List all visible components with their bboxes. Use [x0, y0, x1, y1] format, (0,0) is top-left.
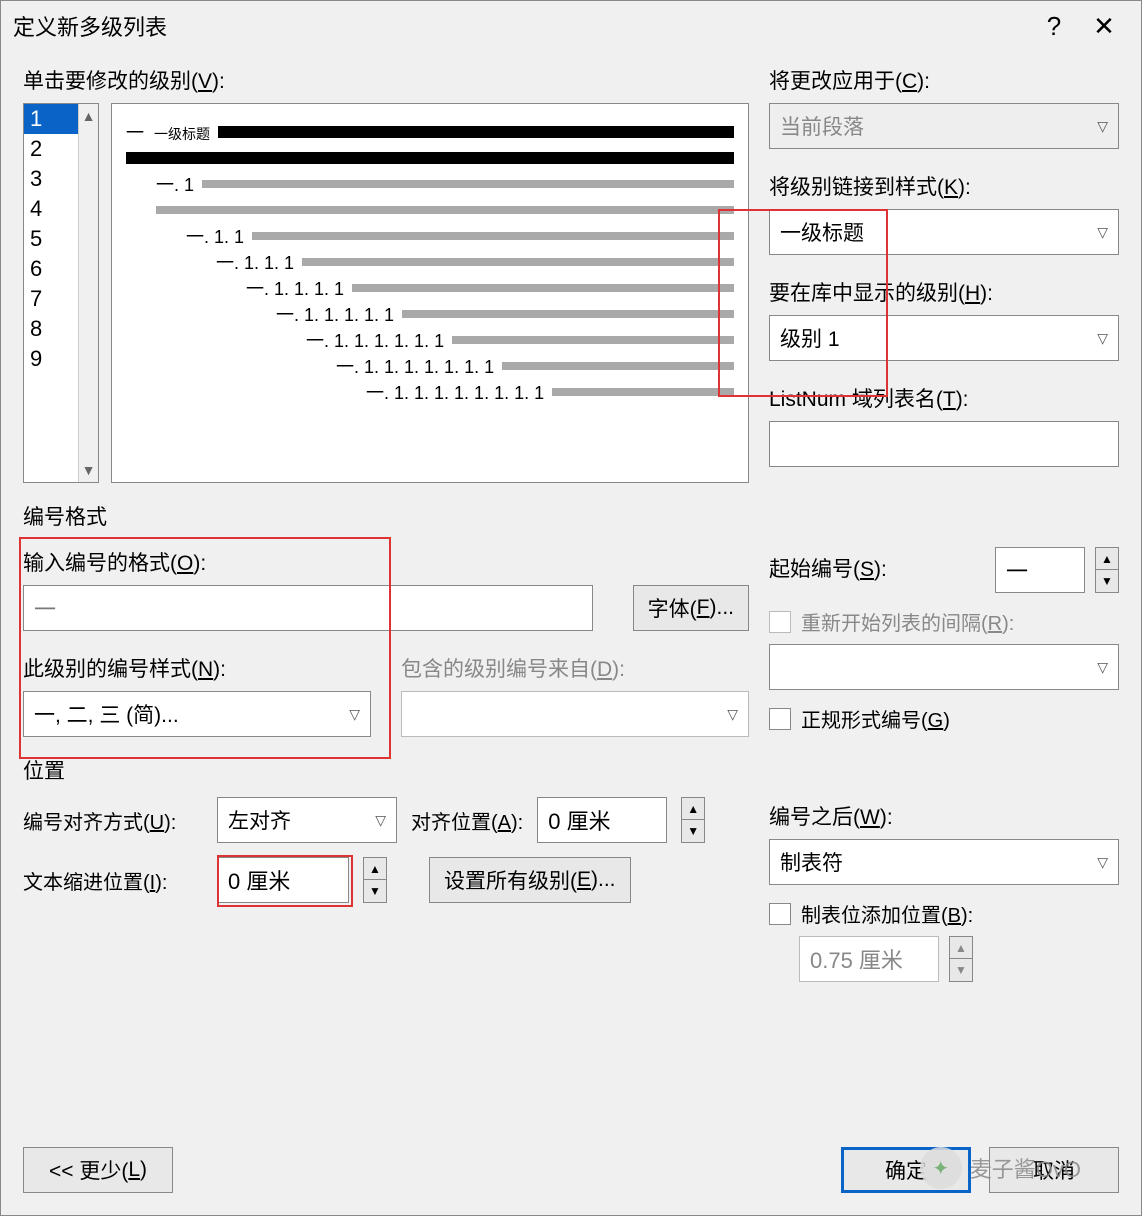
dialog-title: 定义新多级列表	[13, 10, 1029, 42]
dialog-define-multilevel-list: 定义新多级列表 ? ✕ 单击要修改的级别(V): 1 2 3 4 5	[0, 0, 1142, 1216]
chevron-down-icon: ▽	[1097, 659, 1108, 676]
tabstop-label: 制表位添加位置(B):	[801, 899, 973, 928]
watermark: ✦ 麦子酱OvO	[920, 1147, 1081, 1189]
set-all-levels-button[interactable]: 设置所有级别(E)...	[429, 857, 631, 903]
chevron-down-icon: ▽	[1097, 854, 1108, 871]
start-at-label: 起始编号(S):	[769, 553, 985, 583]
show-gallery-combo[interactable]: 级别 1▽	[769, 315, 1119, 361]
chevron-down-icon: ▽	[1097, 330, 1108, 347]
less-button[interactable]: << 更少(L)	[23, 1147, 173, 1193]
restart-label: 重新开始列表的间隔(R):	[801, 607, 1014, 636]
scroll-down-icon: ▼	[82, 462, 96, 478]
format-input[interactable]: 一	[23, 585, 593, 631]
restart-checkbox	[769, 611, 791, 633]
enter-format-label: 输入编号的格式(O):	[23, 547, 749, 577]
level-item-8[interactable]: 8	[24, 314, 78, 344]
level-item-6[interactable]: 6	[24, 254, 78, 284]
preview-l1-num: 一	[126, 123, 144, 143]
follow-number-combo[interactable]: 制表符▽	[769, 839, 1119, 885]
text-indent-spinner[interactable]: ▲▼	[363, 857, 387, 903]
apply-to-label: 将更改应用于(C):	[769, 65, 1119, 95]
tabstop-checkbox[interactable]	[769, 903, 791, 925]
listnum-input[interactable]	[769, 421, 1119, 467]
level-listbox[interactable]: 1 2 3 4 5 6 7 8 9 ▲ ▼	[23, 103, 99, 483]
number-style-combo[interactable]: 一, 二, 三 (简)...▽	[23, 691, 371, 737]
chevron-down-icon: ▽	[727, 706, 738, 723]
preview-line: 一. 1. 1. 1. 1. 1	[276, 301, 394, 327]
aligned-at-input[interactable]: 0 厘米	[537, 797, 667, 843]
spin-down-icon[interactable]: ▼	[1096, 570, 1118, 592]
tabstop-spinner: ▲▼	[949, 936, 973, 982]
aligned-at-spinner[interactable]: ▲▼	[681, 797, 705, 843]
spin-up-icon[interactable]: ▲	[682, 798, 704, 820]
link-style-label: 将级别链接到样式(K):	[769, 171, 1119, 201]
spin-up-icon[interactable]: ▲	[364, 858, 386, 880]
show-gallery-label: 要在库中显示的级别(H):	[769, 277, 1119, 307]
click-level-label: 单击要修改的级别(V):	[23, 65, 749, 95]
chevron-down-icon: ▽	[1097, 118, 1108, 135]
preview-line: 一. 1. 1. 1. 1	[246, 275, 344, 301]
start-at-input[interactable]: 一	[995, 547, 1085, 593]
level-item-1[interactable]: 1	[24, 104, 78, 134]
level-scrollbar[interactable]: ▲ ▼	[78, 104, 98, 482]
start-at-spinner[interactable]: ▲▼	[1095, 547, 1119, 593]
spin-down-icon[interactable]: ▼	[682, 820, 704, 842]
close-button[interactable]: ✕	[1079, 11, 1129, 42]
level-item-4[interactable]: 4	[24, 194, 78, 224]
include-from-label: 包含的级别编号来自(D):	[401, 653, 749, 683]
chevron-down-icon: ▽	[349, 706, 360, 723]
preview-l1-style: 一级标题	[154, 126, 210, 142]
preview-line: 一. 1. 1. 1	[216, 249, 294, 275]
spin-down-icon[interactable]: ▼	[364, 880, 386, 902]
level-item-3[interactable]: 3	[24, 164, 78, 194]
spin-down-icon: ▼	[950, 959, 972, 981]
chevron-down-icon: ▽	[375, 812, 386, 829]
help-button[interactable]: ?	[1029, 11, 1079, 42]
preview-line: 一. 1. 1. 1. 1. 1. 1. 1	[336, 353, 494, 379]
alignment-label: 编号对齐方式(U):	[23, 806, 203, 835]
include-from-combo: ▽	[401, 691, 749, 737]
spin-up-icon: ▲	[950, 937, 972, 959]
aligned-at-label: 对齐位置(A):	[411, 806, 523, 835]
number-format-section-label: 编号格式	[23, 501, 1119, 531]
text-indent-input[interactable]: 0 厘米	[217, 857, 349, 903]
level-item-7[interactable]: 7	[24, 284, 78, 314]
preview-pane: 一 一级标题 一. 1 一. 1. 1 一. 1. 1. 1 一. 1. 1. …	[111, 103, 749, 483]
number-style-label: 此级别的编号样式(N):	[23, 653, 371, 683]
watermark-icon: ✦	[920, 1147, 962, 1189]
level-item-9[interactable]: 9	[24, 344, 78, 374]
scroll-up-icon: ▲	[82, 108, 96, 124]
preview-line: 一. 1. 1. 1. 1. 1. 1. 1. 1	[366, 379, 544, 405]
alignment-combo[interactable]: 左对齐▽	[217, 797, 397, 843]
level-item-2[interactable]: 2	[24, 134, 78, 164]
watermark-text: 麦子酱OvO	[970, 1152, 1081, 1184]
preview-line: 一. 1. 1	[186, 223, 244, 249]
level-item-5[interactable]: 5	[24, 224, 78, 254]
position-section-label: 位置	[23, 755, 1119, 785]
text-indent-label: 文本缩进位置(I):	[23, 866, 203, 895]
listnum-label: ListNum 域列表名(T):	[769, 383, 1119, 413]
spin-up-icon[interactable]: ▲	[1096, 548, 1118, 570]
link-style-combo[interactable]: 一级标题▽	[769, 209, 1119, 255]
tabstop-input: 0.75 厘米	[799, 936, 939, 982]
preview-line: 一. 1	[156, 171, 194, 197]
legal-checkbox[interactable]	[769, 708, 791, 730]
font-button[interactable]: 字体(F)...	[633, 585, 749, 631]
titlebar: 定义新多级列表 ? ✕	[1, 1, 1141, 51]
preview-line: 一. 1. 1. 1. 1. 1. 1	[306, 327, 444, 353]
apply-to-combo[interactable]: 当前段落▽	[769, 103, 1119, 149]
follow-number-label: 编号之后(W):	[769, 801, 1119, 831]
legal-label: 正规形式编号(G)	[801, 704, 950, 733]
chevron-down-icon: ▽	[1097, 224, 1108, 241]
restart-combo: ▽	[769, 644, 1119, 690]
